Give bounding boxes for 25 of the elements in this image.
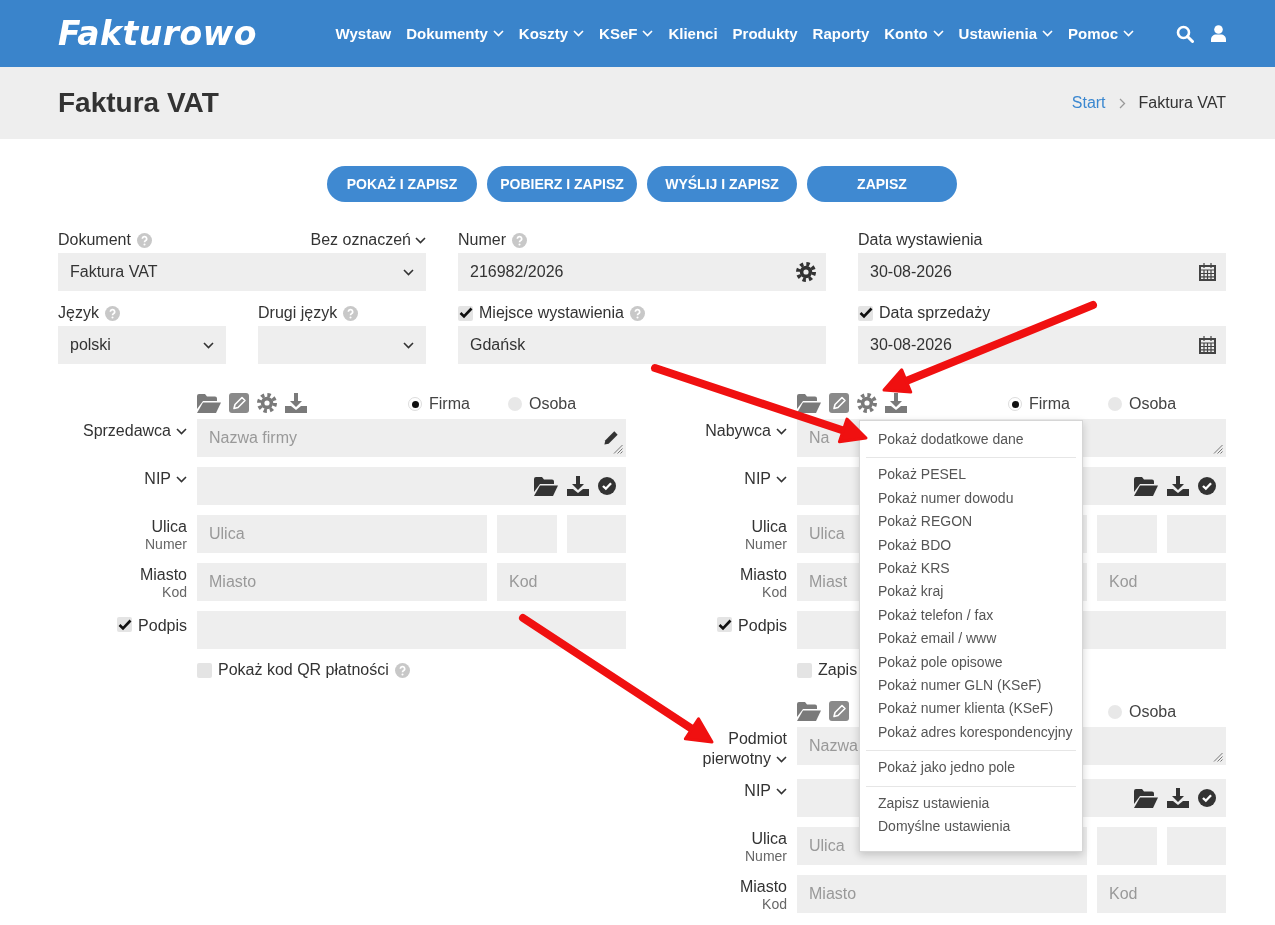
field-sublabel: Numer [744, 537, 787, 552]
field-label: Ulica [751, 518, 787, 535]
field-label: Dokument [58, 231, 131, 249]
checkbox-label: Zapis [818, 661, 858, 679]
breadcrumb-current: Faktura VAT [1138, 94, 1226, 112]
field-label: Numer [458, 231, 506, 249]
field-label: Język [58, 304, 99, 322]
field-label: Podpis [138, 617, 187, 635]
field-label: Miasto [739, 566, 787, 583]
field-label: Miasto [739, 878, 787, 895]
field-sublabel: Numer [144, 537, 187, 552]
field-label: Drugi język [258, 304, 338, 322]
field-sublabel: Numer [744, 849, 787, 864]
field-label: Podpis [738, 617, 787, 635]
field-sublabel: Kod [761, 897, 787, 912]
field-sublabel: Kod [761, 585, 787, 600]
field-sublabel: Kod [161, 585, 187, 600]
checkbox-label: Pokaż kod QR płatności [218, 661, 389, 679]
field-label: Ulica [751, 830, 787, 847]
page-title: Faktura VAT [58, 87, 219, 119]
field-label: Miasto [139, 566, 187, 583]
field-label: Miejsce wystawienia [479, 304, 624, 322]
field-label: Ulica [151, 518, 187, 535]
field-label: Data wystawienia [858, 231, 983, 249]
field-label: Data sprzedaży [879, 304, 991, 322]
